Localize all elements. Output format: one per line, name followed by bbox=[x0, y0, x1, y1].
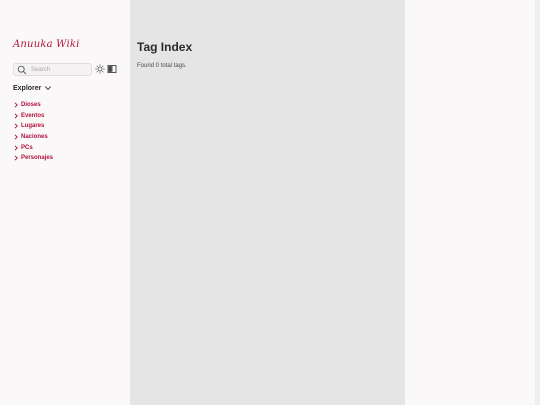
explorer-toggle[interactable]: Explorer bbox=[13, 84, 52, 92]
search-placeholder: Search bbox=[31, 66, 51, 73]
site-title[interactable]: Anuuka Wiki bbox=[13, 39, 80, 50]
scrollbar-track[interactable] bbox=[535, 0, 540, 405]
chevron-right-icon bbox=[14, 113, 18, 119]
right-sidebar bbox=[405, 0, 535, 405]
chevron-right-icon bbox=[14, 123, 18, 130]
explorer-item-label: Personajes bbox=[21, 155, 54, 162]
explorer-item-label: Lugares bbox=[21, 123, 45, 130]
explorer-item-naciones[interactable]: Naciones bbox=[13, 132, 53, 143]
page-title: Tag Index bbox=[137, 40, 193, 54]
chevron-right-icon bbox=[14, 102, 18, 108]
explorer-item-personajes[interactable]: Personajes bbox=[13, 153, 53, 164]
tag-count-text: Found 0 total tags. bbox=[137, 63, 187, 69]
explorer-list: Dioses Eventos Lugares Naciones PCs Pers… bbox=[13, 100, 53, 164]
explorer-item-label: Naciones bbox=[21, 134, 48, 141]
explorer-item-label: Dioses bbox=[21, 102, 41, 109]
sun-icon[interactable] bbox=[95, 64, 105, 74]
book-icon[interactable] bbox=[107, 64, 117, 74]
search-input[interactable]: Search bbox=[13, 63, 92, 76]
explorer-item-lugares[interactable]: Lugares bbox=[13, 121, 53, 132]
explorer-item-label: Eventos bbox=[21, 112, 45, 119]
chevron-right-icon bbox=[14, 155, 18, 161]
search-icon bbox=[17, 65, 27, 74]
explorer-label: Explorer bbox=[13, 84, 42, 92]
left-sidebar bbox=[0, 0, 130, 405]
explorer-item-pcs[interactable]: PCs bbox=[13, 142, 53, 153]
chevron-right-icon bbox=[14, 134, 18, 140]
chevron-right-icon bbox=[14, 145, 18, 151]
explorer-item-eventos[interactable]: Eventos bbox=[13, 111, 53, 122]
main-content bbox=[130, 0, 405, 405]
explorer-item-dioses[interactable]: Dioses bbox=[13, 100, 53, 111]
explorer-item-label: PCs bbox=[21, 144, 33, 151]
chevron-down-icon bbox=[45, 86, 52, 91]
